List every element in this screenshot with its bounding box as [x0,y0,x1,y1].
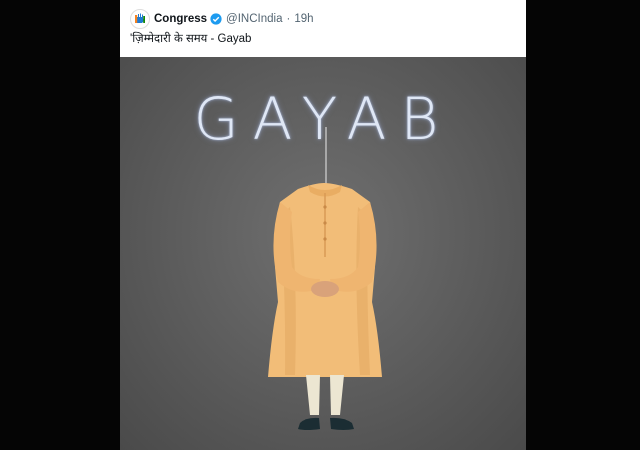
left-backdrop [0,0,120,450]
display-name[interactable]: Congress [154,13,207,25]
right-backdrop [526,0,640,450]
separator-dot: · [286,13,291,25]
tweet-media-image[interactable]: GAYAB [120,57,526,450]
avatar[interactable] [130,9,150,29]
congress-hand-icon [135,13,145,23]
tweet-card[interactable]: Congress @INCIndia · 19h 'ज़िम्मेदारी के… [120,0,526,450]
user-handle[interactable]: @INCIndia [226,13,282,25]
tweet-text: 'ज़िम्मेदारी के समय - Gayab [130,33,252,45]
tweet-timestamp[interactable]: 19h [294,13,313,25]
tweet-header: Congress @INCIndia · 19h [130,9,314,29]
headless-kurta-figure [268,127,382,430]
verified-badge-icon [210,13,222,25]
